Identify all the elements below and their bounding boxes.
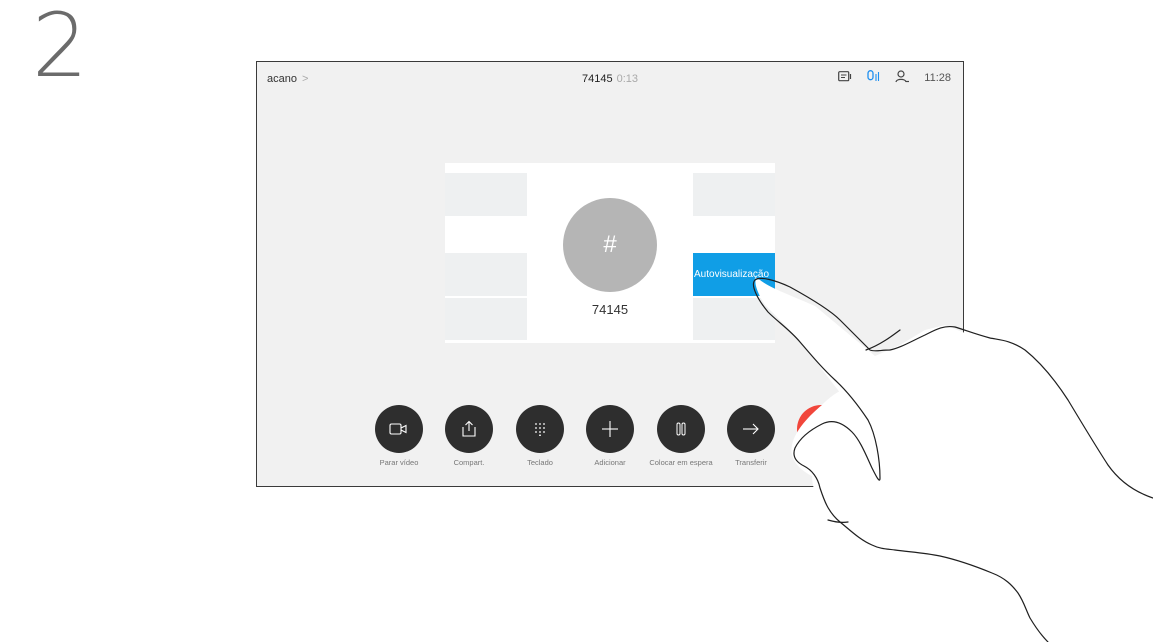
video-camera-icon [389, 423, 407, 435]
avatar: # [563, 198, 657, 292]
add-button[interactable] [586, 405, 634, 453]
microphone-icon[interactable] [867, 70, 881, 86]
participant-name: 74145 [591, 302, 629, 317]
transfer-label: Transferir [735, 458, 767, 467]
close-icon [815, 423, 827, 435]
share-button[interactable] [445, 405, 493, 453]
keypad-label: Teclado [527, 458, 553, 467]
call-number: 74145 [581, 73, 613, 85]
stop-video-control[interactable]: Parar vídeo [364, 405, 434, 468]
pause-icon [676, 422, 686, 436]
video-tile [445, 253, 527, 296]
keypad-button[interactable] [516, 405, 564, 453]
chevron-right-icon: > [301, 73, 309, 85]
display-icon[interactable] [838, 70, 853, 86]
step-number: 2 [32, 0, 88, 97]
call-video-panel: # 74145 Autovisualização [445, 163, 775, 343]
hold-button[interactable] [657, 405, 705, 453]
keypad-icon [535, 423, 545, 436]
stop-video-button[interactable] [375, 405, 423, 453]
contacts-icon[interactable] [895, 70, 910, 86]
call-duration: 0:13 [616, 73, 639, 85]
breadcrumb[interactable]: acano > [267, 73, 308, 85]
end-call-control[interactable] [786, 405, 856, 458]
video-tile [445, 173, 527, 216]
keypad-control[interactable]: Teclado [505, 405, 575, 468]
clock: 11:28 [924, 72, 951, 84]
video-tile [693, 173, 775, 216]
selfview-button[interactable]: Autovisualização [693, 253, 775, 296]
share-label: Compart. [453, 458, 485, 467]
arrow-right-icon [743, 423, 759, 435]
call-info: 74145 0:13 [582, 73, 638, 85]
transfer-button[interactable] [727, 405, 775, 453]
breadcrumb-label: acano [267, 73, 297, 85]
hold-control[interactable]: Colocar em espera [646, 405, 716, 468]
add-control[interactable]: Adicionar [575, 405, 645, 468]
stop-video-label: Parar vídeo [379, 458, 419, 467]
transfer-control[interactable]: Transferir [716, 405, 786, 468]
share-control[interactable]: Compart. [434, 405, 504, 468]
call-controls: Parar vídeo Compart. Teclado Adicionar C… [257, 405, 963, 485]
device-screen: acano > 74145 0:13 11:28 # 74145 Autovis… [256, 61, 964, 487]
hold-label: Colocar em espera [649, 458, 713, 467]
status-bar: acano > 74145 0:13 11:28 [257, 62, 963, 98]
add-label: Adicionar [594, 458, 626, 467]
plus-icon [602, 421, 618, 437]
share-icon [462, 420, 476, 437]
status-icons: 11:28 [838, 70, 951, 86]
end-call-button[interactable] [797, 405, 845, 453]
